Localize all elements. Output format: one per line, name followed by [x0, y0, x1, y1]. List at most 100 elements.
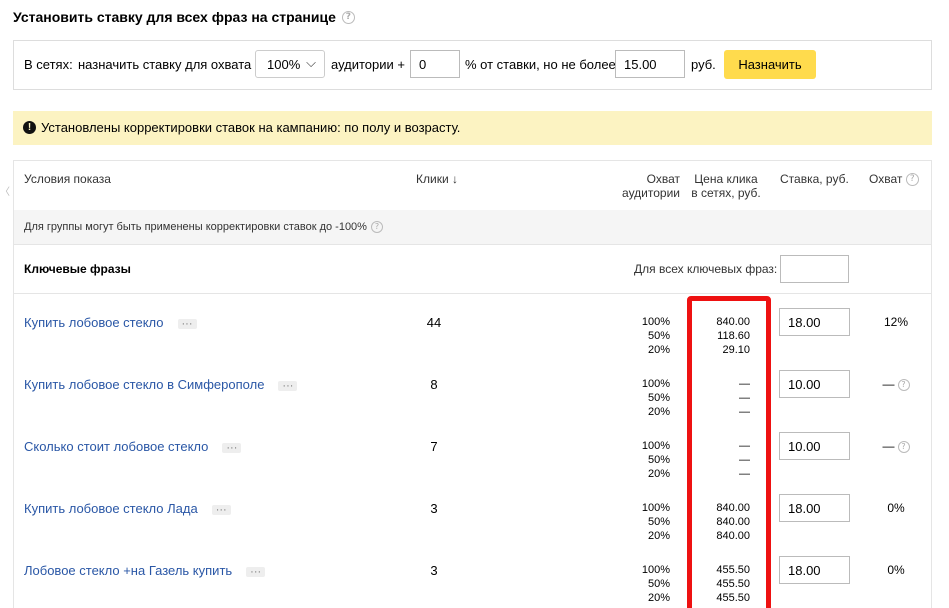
phrase-link[interactable]: Купить лобовое стекло ··· — [24, 315, 197, 330]
chevron-left-icon[interactable]: 〈 — [0, 183, 10, 198]
bid-value: 10.00 — [788, 377, 821, 392]
group-notice-row: Для группы могут быть применены корректи… — [14, 210, 931, 244]
coverage-list: 100% 50% 20% — [614, 315, 670, 357]
coverage-list: 100% 50% 20% — [614, 501, 670, 543]
header-conditions: Условия показа — [24, 172, 111, 186]
header-clicks[interactable]: Клики ↓ — [416, 172, 458, 186]
percent-input[interactable]: 0 — [410, 50, 460, 78]
reach-value: 0% — [866, 501, 926, 515]
more-icon[interactable]: ··· — [211, 504, 231, 515]
header-bid: Ставка, руб. — [780, 172, 849, 186]
coverage-value: 50% — [647, 516, 670, 528]
bid-value: 18.00 — [788, 315, 821, 330]
reach-value: —? — [866, 377, 926, 391]
section-title: Ключевые фразы — [24, 262, 131, 276]
reach-text: — — [882, 377, 895, 391]
table-row: Лобовое стекло +на Газель купить ··· 3 10… — [14, 556, 931, 608]
header-coverage-line1: Охват — [646, 172, 680, 186]
header-price-line2: в сетях, руб. — [691, 186, 761, 200]
percent-label: % от ставки, но не более — [465, 57, 616, 72]
coverage-value: 20% — [647, 530, 670, 542]
divider — [14, 293, 931, 294]
phrase-link[interactable]: Купить лобовое стекло Лада ··· — [24, 501, 231, 516]
bid-value: 10.00 — [788, 439, 821, 454]
notice-text: Установлены корректировки ставок на камп… — [41, 120, 461, 135]
header-reach: Охват ? — [869, 172, 919, 187]
bid-input[interactable]: 18.00 — [779, 308, 850, 336]
phrase-link[interactable]: Купить лобовое стекло в Симферополе ··· — [24, 377, 298, 392]
header-coverage: Охват аудитории — [594, 172, 680, 200]
currency-label: руб. — [691, 57, 716, 72]
phrase-text: Купить лобовое стекло в Симферополе — [24, 377, 265, 392]
coverage-select-value: 100% — [267, 57, 301, 72]
coverage-value: 100% — [641, 502, 670, 514]
phrase-link[interactable]: Лобовое стекло +на Газель купить ··· — [24, 563, 266, 578]
table-row: Купить лобовое стекло Лада ··· 3 100% 50%… — [14, 494, 931, 563]
divider — [14, 244, 931, 245]
header-coverage-line2: аудитории — [622, 186, 680, 200]
group-notice: Для группы могут быть применены корректи… — [24, 221, 383, 234]
phrase-link[interactable]: Сколько стоит лобовое стекло ··· — [24, 439, 242, 454]
coverage-value: 100% — [641, 564, 670, 576]
bid-input[interactable]: 10.00 — [779, 432, 850, 460]
reach-text: — — [882, 439, 895, 453]
table-row: Купить лобовое стекло в Симферополе ··· 8… — [14, 370, 931, 439]
phrase-text: Купить лобовое стекло — [24, 315, 164, 330]
phrase-text: Купить лобовое стекло Лада — [24, 501, 198, 516]
all-phrases-bid-input[interactable] — [780, 255, 849, 283]
group-notice-text: Для группы могут быть применены корректи… — [24, 221, 367, 233]
coverage-value: 100% — [641, 440, 670, 452]
phrases-table: Условия показа Клики ↓ Охват аудитории Ц… — [13, 160, 932, 608]
header-reach-text: Охват — [869, 172, 903, 186]
question-circle-icon[interactable]: ? — [905, 173, 919, 187]
coverage-value: 50% — [647, 454, 670, 466]
reach-value: 12% — [866, 315, 926, 329]
header-price: Цена клика в сетях, руб. — [684, 172, 768, 200]
assign-label: назначить ставку для охвата — [78, 57, 252, 72]
clicks-value: 3 — [430, 501, 438, 516]
clicks-value: 7 — [430, 439, 438, 454]
coverage-value: 50% — [647, 392, 670, 404]
question-circle-icon[interactable]: ? — [897, 378, 910, 391]
more-icon[interactable]: ··· — [246, 566, 266, 577]
table-row: Сколько стоит лобовое стекло ··· 7 100% 5… — [14, 432, 931, 501]
assign-button[interactable]: Назначить — [724, 50, 816, 79]
reach-text: 12% — [883, 315, 909, 329]
bid-value: 18.00 — [788, 563, 821, 578]
bid-input[interactable]: 18.00 — [779, 556, 850, 584]
exclamation-circle-icon: ! — [23, 121, 36, 134]
page-title-text: Установить ставку для всех фраз на стран… — [13, 9, 336, 25]
audience-label: аудитории + — [331, 57, 405, 72]
table-row: Купить лобовое стекло ··· 44 100% 50% 20%… — [14, 308, 931, 377]
reach-text: 0% — [887, 501, 905, 515]
coverage-value: 50% — [647, 578, 670, 590]
reach-value: 0% — [866, 563, 926, 577]
price-highlight-frame — [687, 296, 771, 608]
question-circle-icon[interactable]: ? — [341, 10, 355, 24]
more-icon[interactable]: ··· — [177, 318, 197, 329]
max-bid-input[interactable]: 15.00 — [615, 50, 685, 78]
more-icon[interactable]: ··· — [222, 442, 242, 453]
question-circle-icon[interactable]: ? — [897, 440, 910, 453]
header-price-line1: Цена клика — [694, 172, 758, 186]
networks-label: В сетях: — [24, 57, 73, 72]
bid-input[interactable]: 10.00 — [779, 370, 850, 398]
clicks-value: 8 — [430, 377, 438, 392]
bid-panel: В сетях: назначить ставку для охвата 100… — [13, 40, 932, 90]
bid-input[interactable]: 18.00 — [779, 494, 850, 522]
coverage-value: 50% — [647, 330, 670, 342]
clicks-value: 3 — [430, 563, 438, 578]
chevron-down-icon: ⌵ — [306, 55, 316, 70]
coverage-select[interactable]: 100% ⌵ — [255, 50, 325, 78]
question-circle-icon[interactable]: ? — [370, 221, 383, 234]
reach-text: 0% — [887, 563, 905, 577]
coverage-value: 100% — [641, 378, 670, 390]
phrase-text: Лобовое стекло +на Газель купить — [24, 563, 233, 578]
coverage-value: 20% — [647, 406, 670, 418]
coverage-list: 100% 50% 20% — [614, 563, 670, 605]
more-icon[interactable]: ··· — [278, 380, 298, 391]
clicks-value: 44 — [426, 315, 442, 330]
coverage-list: 100% 50% 20% — [614, 439, 670, 481]
all-phrases-label: Для всех ключевых фраз: — [634, 262, 778, 276]
coverage-value: 100% — [641, 316, 670, 328]
